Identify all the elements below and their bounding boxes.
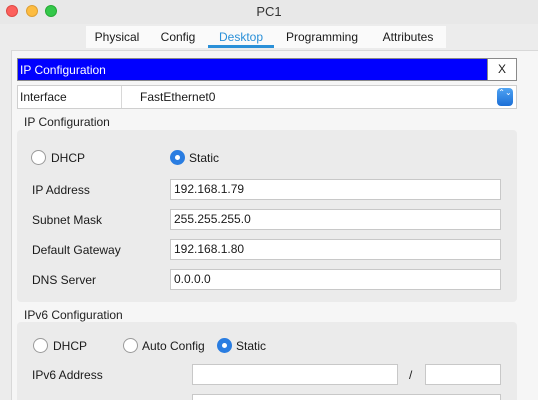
- window-title: PC1: [256, 4, 282, 19]
- tab-config[interactable]: Config: [148, 26, 208, 48]
- ipv6-auto-config-label: Auto Config: [142, 339, 205, 353]
- interface-row: Interface FastEthernet0 ⌃⌄: [17, 85, 517, 109]
- ipv6-address-label: IPv6 Address: [32, 368, 103, 382]
- ipv6-static-radio[interactable]: [217, 338, 232, 353]
- interface-select[interactable]: FastEthernet0: [140, 89, 510, 105]
- subnet-mask-label: Subnet Mask: [32, 213, 103, 227]
- window-titlebar: PC1: [0, 0, 538, 24]
- tab-attributes[interactable]: Attributes: [370, 26, 446, 48]
- dns-server-label: DNS Server: [32, 273, 97, 287]
- tab-programming[interactable]: Programming: [274, 26, 370, 48]
- ipv4-static-label: Static: [189, 151, 220, 165]
- ipv6-dhcp-radio[interactable]: [33, 338, 48, 353]
- close-panel-button[interactable]: X: [487, 58, 517, 81]
- prefix-separator: /: [409, 368, 413, 382]
- ipv6-section-label: IPv6 Configuration: [24, 308, 123, 322]
- default-gateway-field[interactable]: 192.168.1.80: [170, 239, 501, 260]
- interface-label: Interface: [20, 90, 67, 104]
- ipv6-link-local-field[interactable]: [192, 394, 501, 400]
- interface-divider: [121, 86, 122, 108]
- ipv6-static-label: Static: [236, 339, 267, 353]
- ip-address-label: IP Address: [32, 183, 90, 197]
- tab-bar: Physical Config Desktop Programming Attr…: [86, 26, 446, 48]
- tab-physical[interactable]: Physical: [86, 26, 148, 48]
- ipv6-address-field[interactable]: [192, 364, 398, 385]
- ip-address-field[interactable]: 192.168.1.79: [170, 179, 501, 200]
- dns-server-field[interactable]: 0.0.0.0: [170, 269, 501, 290]
- ipv6-auto-config-radio[interactable]: [123, 338, 138, 353]
- ipv4-static-radio[interactable]: [170, 150, 185, 165]
- subnet-mask-field[interactable]: 255.255.255.0: [170, 209, 501, 230]
- ipv4-section-label: IP Configuration: [24, 115, 110, 129]
- default-gateway-label: Default Gateway: [32, 243, 121, 257]
- tab-desktop[interactable]: Desktop: [208, 26, 274, 48]
- ipv6-dhcp-label: DHCP: [53, 339, 88, 353]
- ipv6-group: [17, 322, 517, 400]
- ipv4-dhcp-label: DHCP: [51, 151, 86, 165]
- ipv6-prefix-field[interactable]: [425, 364, 501, 385]
- panel-title: IP Configuration: [17, 58, 487, 81]
- chevron-up-down-icon[interactable]: ⌃⌄: [497, 88, 513, 106]
- ipv4-dhcp-radio[interactable]: [31, 150, 46, 165]
